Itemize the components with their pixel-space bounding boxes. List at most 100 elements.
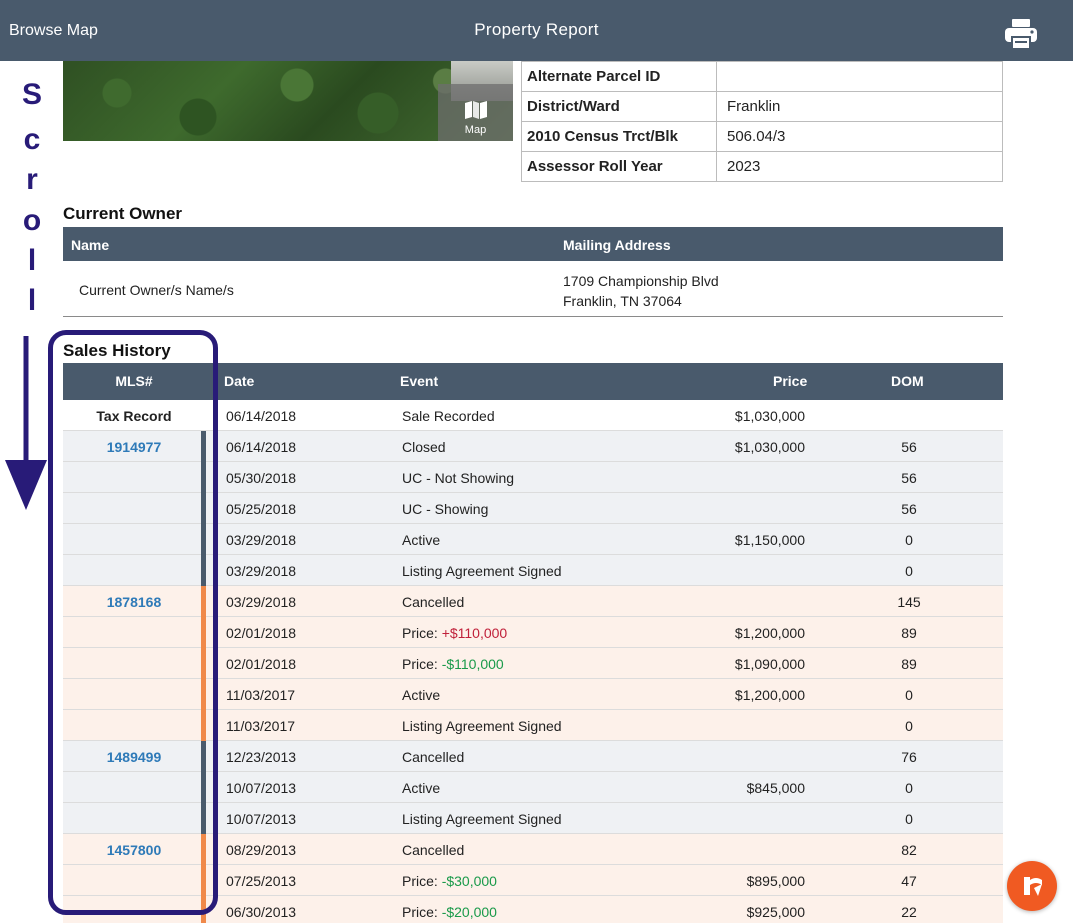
table-row: Assessor Roll Year 2023 [521, 151, 1003, 182]
map-button[interactable]: Map [438, 84, 513, 141]
table-row: 07/25/2013 Price: -$30,000 $895,000 47 [63, 865, 1003, 896]
table-row: 05/25/2018 UC - Showing 56 [63, 493, 1003, 524]
sale-event: Active [402, 532, 440, 548]
print-button[interactable] [1004, 18, 1038, 50]
table-row: 1489499 12/23/2013 Cancelled 76 [63, 741, 1003, 772]
table-row: 10/07/2013 Active $845,000 0 [63, 772, 1003, 803]
days-on-market: 82 [901, 842, 917, 858]
sale-date: 06/14/2018 [226, 439, 297, 455]
event-label: Active [402, 780, 441, 796]
table-row: 11/03/2017 Active $1,200,000 0 [63, 679, 1003, 710]
scroll-annotation-letter: o [22, 204, 42, 237]
event-label: Listing Agreement Signed [402, 718, 562, 734]
parcel-value [716, 61, 1003, 92]
sale-date: 03/29/2018 [226, 563, 297, 579]
table-row: 1457800 08/29/2013 Cancelled 82 [63, 834, 1003, 865]
col-dom: DOM [891, 373, 924, 389]
sale-event: UC - Showing [402, 501, 488, 517]
sale-event: Cancelled [402, 749, 464, 765]
sale-date: 05/30/2018 [226, 470, 297, 486]
address-line: Franklin, TN 37064 [563, 293, 682, 309]
sale-price: $1,200,000 [734, 687, 805, 703]
sale-date: 06/30/2013 [226, 904, 297, 920]
price-change: -$30,000 [441, 873, 497, 889]
sale-date: 08/29/2013 [226, 842, 297, 858]
sale-event: Cancelled [402, 842, 464, 858]
parcel-value: 2023 [716, 151, 1003, 182]
event-label: Active [402, 532, 441, 548]
sale-date: 06/14/2018 [226, 408, 297, 424]
parcel-label: Assessor Roll Year [521, 151, 717, 182]
table-row: District/Ward Franklin [521, 91, 1003, 122]
days-on-market: 89 [901, 656, 917, 672]
sale-date: 03/29/2018 [226, 532, 297, 548]
printer-icon [1005, 19, 1037, 50]
event-label: Listing Agreement Signed [402, 811, 562, 827]
sale-date: 07/25/2013 [226, 873, 297, 889]
mls-number-link[interactable]: 1878168 [63, 594, 205, 610]
table-row: 10/07/2013 Listing Agreement Signed 0 [63, 803, 1003, 834]
sales-history-table: Tax Record 06/14/2018 Sale Recorded $1,030,… [63, 400, 1003, 923]
scroll-annotation-letter: l [27, 284, 37, 317]
listing-group-bar [201, 803, 206, 834]
listing-group-bar [201, 462, 206, 493]
col-date: Date [224, 373, 255, 389]
current-owner-title: Current Owner [63, 204, 183, 223]
event-label: Cancelled [402, 594, 465, 610]
listing-group-bar [201, 896, 206, 923]
event-label: Price: [402, 625, 442, 641]
sale-price: $845,000 [746, 780, 805, 796]
listing-group-bar [201, 679, 206, 710]
event-label: Closed [402, 439, 446, 455]
days-on-market: 76 [901, 749, 917, 765]
days-on-market: 47 [901, 873, 917, 889]
owner-row: Current Owner/s Name/s 1709 Championship… [63, 261, 1003, 317]
owner-mailing-address: 1709 Championship Blvd Franklin, TN 3706… [563, 271, 719, 311]
scroll-annotation-letter: r [26, 163, 38, 196]
days-on-market: 56 [901, 439, 917, 455]
table-row: 1914977 06/14/2018 Closed $1,030,000 56 [63, 431, 1003, 462]
sale-event: Listing Agreement Signed [402, 718, 562, 734]
listing-group-bar [201, 648, 206, 679]
mls-number-link[interactable]: 1914977 [63, 439, 205, 455]
parcel-label: District/Ward [521, 91, 717, 122]
sale-date: 10/07/2013 [226, 780, 297, 796]
scroll-annotation-letter: l [27, 244, 37, 277]
brand-logo-icon [1024, 877, 1042, 896]
sale-event: Cancelled [402, 594, 464, 610]
event-label: UC - Not Showing [402, 470, 515, 486]
price-change: +$110,000 [441, 625, 508, 641]
days-on-market: 22 [901, 904, 917, 920]
listing-group-bar [201, 617, 206, 648]
table-row: 03/29/2018 Listing Agreement Signed 0 [63, 555, 1003, 586]
listing-group-bar [201, 772, 206, 803]
days-on-market: 0 [905, 811, 913, 827]
top-bar: Browse Map Property Report [0, 0, 1073, 61]
table-row: 2010 Census Trct/Blk 506.04/3 [521, 121, 1003, 152]
sales-history-title: Sales History [63, 341, 171, 360]
table-row: 03/29/2018 Active $1,150,000 0 [63, 524, 1003, 555]
parcel-value: 506.04/3 [716, 121, 1003, 152]
event-label: Sale Recorded [402, 408, 495, 424]
table-row: 1878168 03/29/2018 Cancelled 145 [63, 586, 1003, 617]
event-label: Price: [402, 656, 442, 672]
event-label: Listing Agreement Signed [402, 563, 562, 579]
sale-price: $1,090,000 [734, 656, 805, 672]
sale-date: 11/03/2017 [226, 718, 296, 734]
days-on-market: 0 [905, 687, 913, 703]
days-on-market: 0 [905, 780, 913, 796]
scroll-annotation-letter: S [21, 78, 42, 111]
mls-number-link[interactable]: 1457800 [63, 842, 205, 858]
event-label: Price: [402, 873, 442, 889]
table-row: Tax Record 06/14/2018 Sale Recorded $1,030,… [63, 400, 1003, 431]
brand-logo-button[interactable] [1007, 861, 1057, 911]
sale-event: UC - Not Showing [402, 470, 514, 486]
address-line: 1709 Championship Blvd [563, 273, 719, 289]
mls-number-link[interactable]: 1489499 [63, 749, 205, 765]
listing-group-bar [201, 524, 206, 555]
owner-table-header: Name Mailing Address [63, 227, 1003, 261]
map-icon [465, 101, 487, 119]
sale-date: 11/03/2017 [226, 687, 296, 703]
days-on-market: 56 [901, 501, 917, 517]
sale-event: Listing Agreement Signed [402, 811, 562, 827]
